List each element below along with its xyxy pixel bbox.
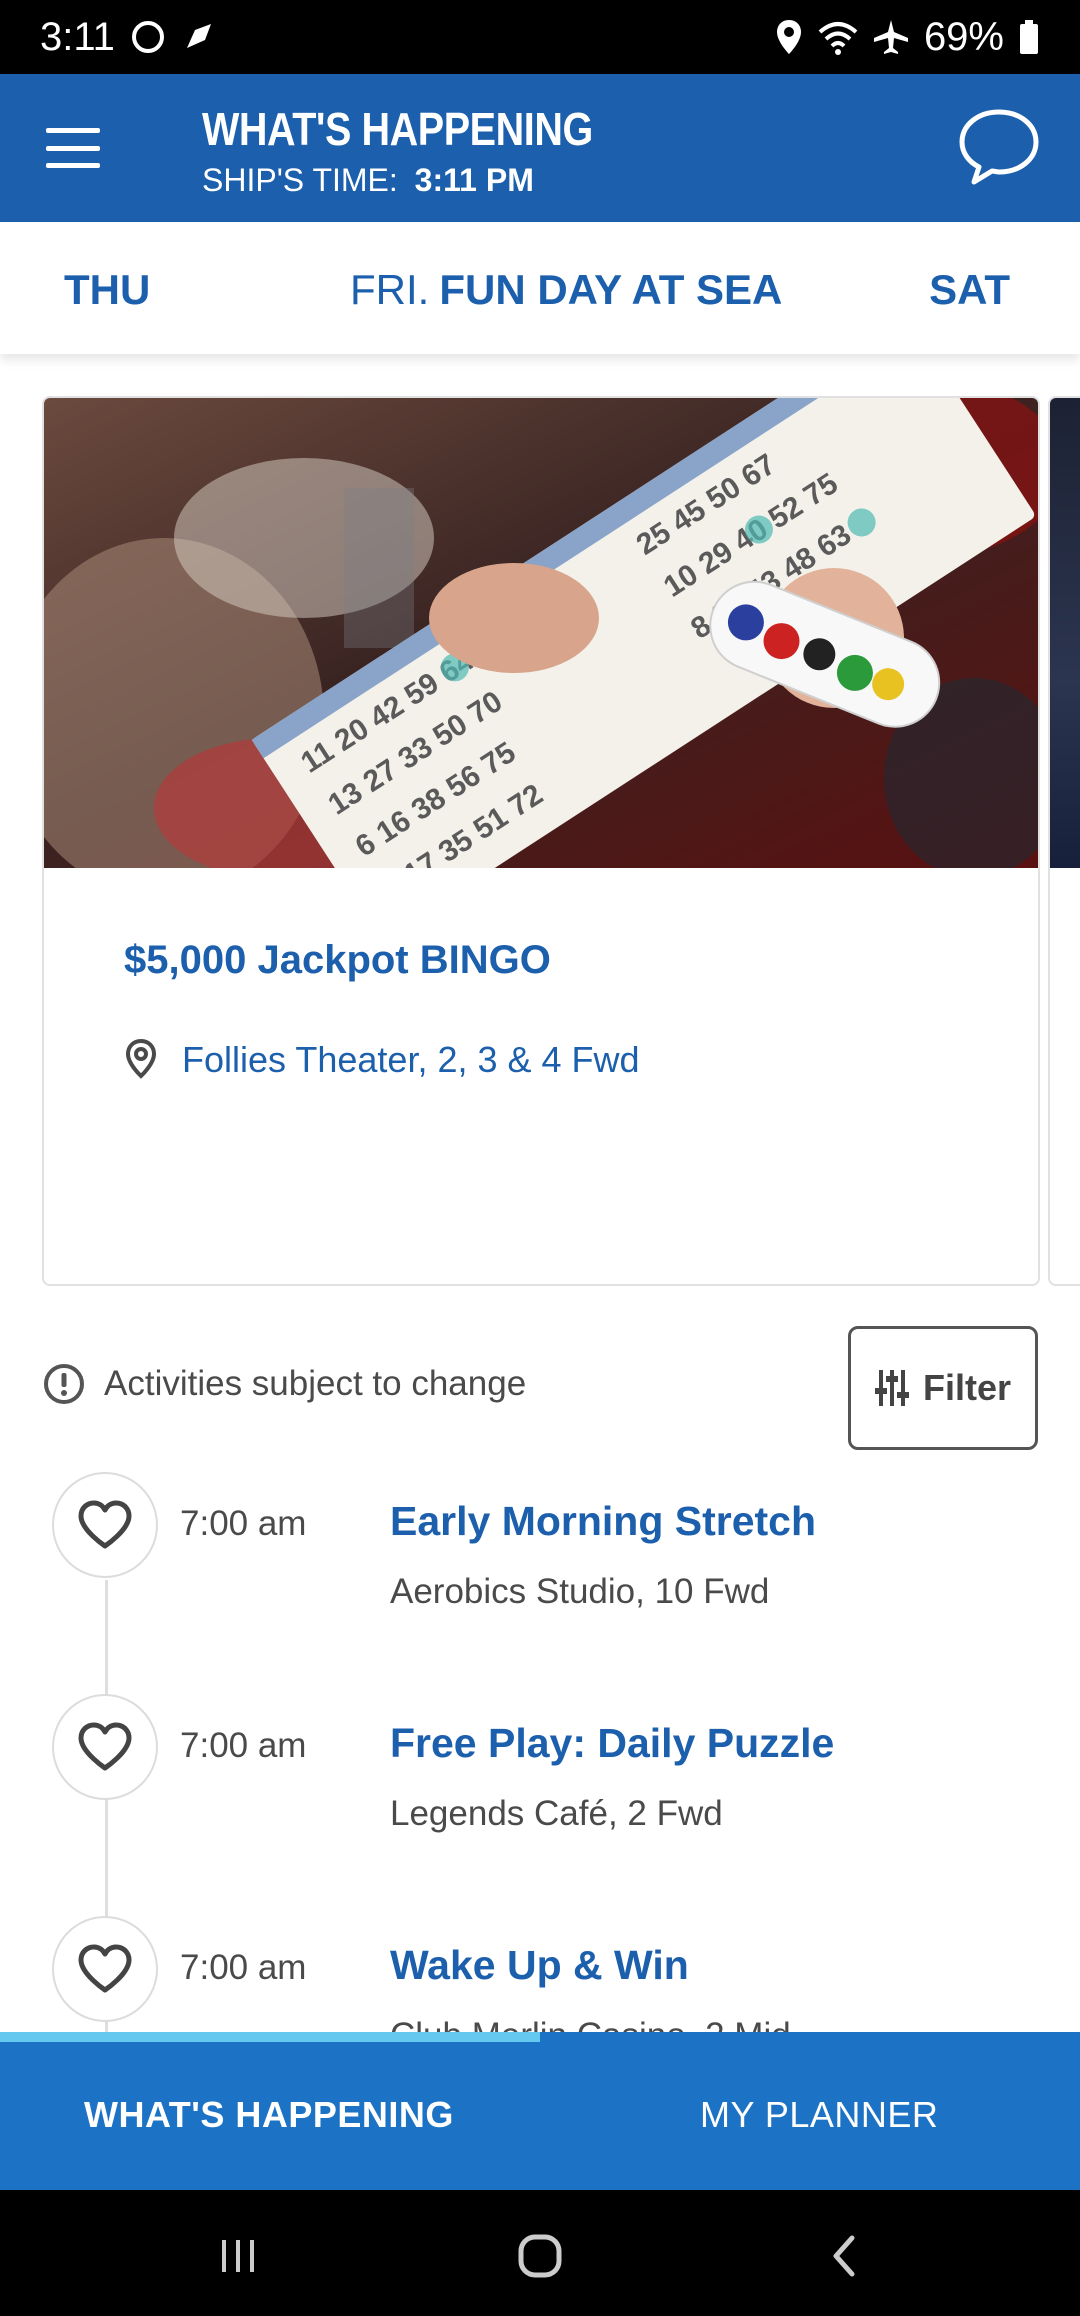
heart-icon (78, 1722, 132, 1771)
tab-fri[interactable]: FRI. FUN DAY AT SEA (350, 266, 782, 314)
active-tab-indicator (0, 2032, 540, 2042)
day-tabs: THU FRI. FUN DAY AT SEA SAT (0, 222, 1080, 354)
filter-button[interactable]: Filter (848, 1326, 1038, 1450)
favorite-button[interactable] (52, 1916, 158, 2022)
system-nav-bar (0, 2190, 1080, 2316)
battery-icon (1018, 18, 1040, 56)
status-time: 3:11 (40, 14, 115, 59)
nav-my-planner[interactable]: MY PLANNER (700, 2094, 938, 2136)
back-button[interactable] (814, 2226, 874, 2286)
status-bar: 3:11 69% (0, 0, 1080, 74)
sync-icon (129, 18, 167, 56)
airplane-mode-icon (872, 18, 910, 56)
tab-sat[interactable]: SAT (929, 266, 1010, 314)
next-featured-card[interactable] (1048, 396, 1080, 1286)
list-item[interactable]: 7:00 am Free Play: Daily Puzzle Legends … (0, 1694, 1080, 1894)
list-item[interactable]: 7:00 am Early Morning Stretch Aerobics S… (0, 1472, 1080, 1672)
notification-icon (181, 18, 219, 56)
chat-button[interactable] (956, 104, 1042, 190)
activity-time: 7:00 am (180, 1504, 307, 1543)
featured-event-title[interactable]: $5,000 Jackpot BINGO (124, 938, 551, 983)
location-pin-icon (125, 1038, 157, 1079)
favorite-button[interactable] (52, 1472, 158, 1578)
filter-label: Filter (922, 1367, 1011, 1408)
battery-percent: 69% (923, 14, 1004, 59)
featured-event-card[interactable]: 11 20 42 59 64 13 27 33 50 70 6 16 38 56… (42, 396, 1040, 1286)
nav-whats-happening[interactable]: WHAT'S HAPPENING (84, 2094, 454, 2136)
heart-icon (78, 1500, 132, 1549)
home-button[interactable] (510, 2226, 570, 2286)
activity-time: 7:00 am (180, 1726, 307, 1765)
ship-time-value: 3:11 PM (414, 162, 534, 198)
location-icon (774, 18, 804, 56)
tab-fri-theme: FUN DAY AT SEA (439, 266, 783, 313)
featured-event-location: Follies Theater, 2, 3 & 4 Fwd (124, 1038, 640, 1082)
recent-apps-button[interactable] (208, 2226, 268, 2286)
alert-icon (44, 1364, 84, 1404)
status-left: 3:11 (40, 15, 219, 60)
app-header: WHAT'S HAPPENING SHIP'S TIME: 3:11 PM (0, 74, 1080, 222)
bingo-photo: 11 20 42 59 64 13 27 33 50 70 6 16 38 56… (44, 398, 1038, 868)
back-chevron-icon (833, 2235, 855, 2277)
tab-thu[interactable]: THU (64, 266, 150, 314)
tab-fri-prefix: FRI. (350, 266, 430, 313)
menu-button[interactable] (40, 118, 106, 178)
favorite-button[interactable] (52, 1694, 158, 1800)
wifi-icon (818, 18, 858, 56)
heart-icon (78, 1944, 132, 1993)
featured-location-text: Follies Theater, 2, 3 & 4 Fwd (182, 1039, 640, 1080)
filter-sliders-icon (874, 1370, 909, 1406)
chat-bubble-icon (959, 109, 1039, 185)
page-title: WHAT'S HAPPENING (202, 103, 593, 155)
activity-title[interactable]: Early Morning Stretch (390, 1498, 816, 1545)
activity-location: Legends Café, 2 Fwd (390, 1794, 723, 1833)
next-card-photo (1050, 398, 1080, 868)
activity-location: Aerobics Studio, 10 Fwd (390, 1572, 770, 1611)
activity-title[interactable]: Free Play: Daily Puzzle (390, 1720, 834, 1767)
menu-icon-bar (46, 145, 100, 151)
activities-notice: Activities subject to change (42, 1362, 526, 1406)
recent-apps-icon (222, 2240, 254, 2272)
activity-time: 7:00 am (180, 1948, 307, 1987)
notice-text: Activities subject to change (104, 1364, 527, 1403)
home-icon (518, 2234, 562, 2278)
status-right: 69% (774, 15, 1040, 60)
menu-icon-bar (46, 163, 100, 168)
ship-time: SHIP'S TIME: 3:11 PM (202, 162, 534, 199)
menu-icon-bar (46, 128, 100, 133)
activity-title[interactable]: Wake Up & Win (390, 1942, 689, 1989)
bottom-nav: WHAT'S HAPPENING MY PLANNER (0, 2032, 1080, 2190)
ship-time-label: SHIP'S TIME: (202, 162, 398, 198)
